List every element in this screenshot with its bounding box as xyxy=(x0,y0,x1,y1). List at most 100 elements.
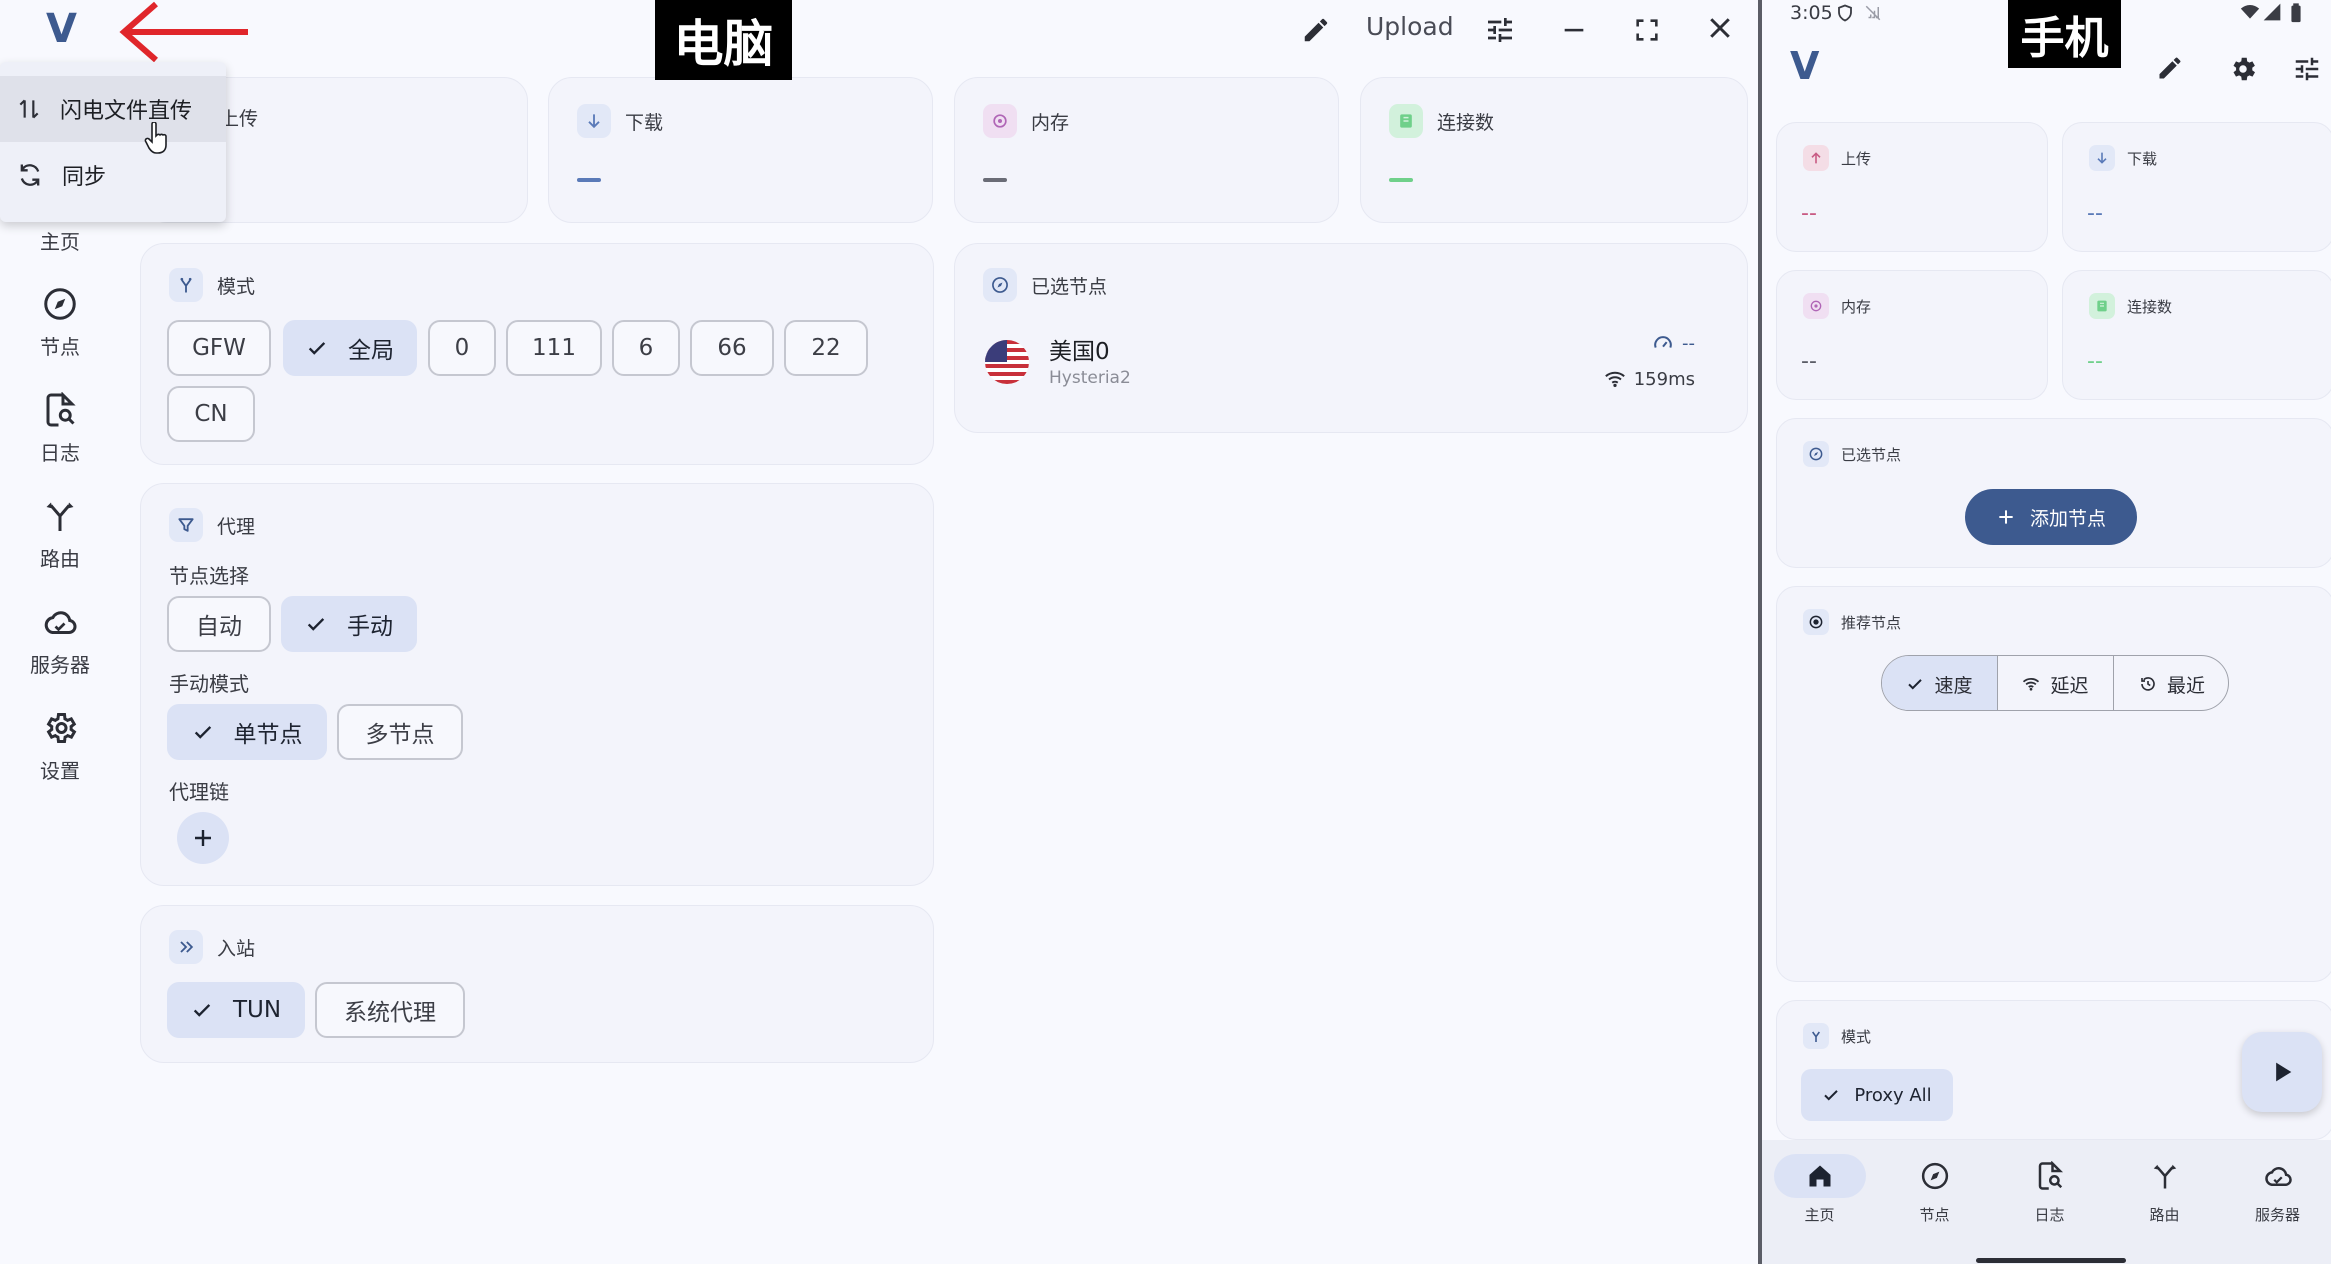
mode-chip-global[interactable]: 全局 xyxy=(283,320,417,376)
node-select-manual[interactable]: 手动 xyxy=(281,596,417,652)
double-chevron-icon xyxy=(169,930,203,964)
bottom-nav-logs[interactable]: 日志 xyxy=(1992,1140,2107,1250)
menu-item-sync[interactable]: 同步 xyxy=(0,142,226,208)
overlay-label-desktop: 电脑 xyxy=(655,0,792,80)
phone-selected-node-card: 已选节点 添加节点 xyxy=(1776,418,2331,568)
route-fork-icon xyxy=(2150,1161,2180,1191)
download-arrow-icon xyxy=(2089,145,2115,171)
phone-mode-title: 模式 xyxy=(1841,1027,1872,1046)
selected-node-card: 已选节点 美国0 Hysteria2 -- 159ms xyxy=(954,243,1748,433)
connections-icon xyxy=(1389,104,1423,138)
check-icon xyxy=(1906,675,1924,693)
connections-icon xyxy=(2089,293,2115,319)
node-select-auto[interactable]: 自动 xyxy=(167,596,271,652)
phone-memory-value: -- xyxy=(1801,349,1817,374)
hand-cursor xyxy=(144,121,170,160)
menu-item-sync-label: 同步 xyxy=(62,165,107,190)
mode-chip-111[interactable]: 111 xyxy=(506,320,602,376)
mode-chip-gfw[interactable]: GFW xyxy=(167,320,271,376)
nav-servers[interactable]: 服务器 xyxy=(0,600,120,678)
bottom-nav-nodes[interactable]: 节点 xyxy=(1877,1140,1992,1250)
phone-stat-download: 下载 -- xyxy=(2062,122,2331,252)
phone-screen: 3:05 手机 V 上传 -- 下载 -- 内存 -- 连接数 -- 已选节点 … xyxy=(1758,0,2331,1264)
log-search-icon xyxy=(0,388,120,432)
desktop-window: V Upload 电脑 主页 节点 日志 路由 服务器 设置 闪电文件直传 同步… xyxy=(0,0,1758,1264)
menu-item-flash-transfer-label: 闪电文件直传 xyxy=(60,99,193,124)
add-chain-button[interactable] xyxy=(177,812,229,864)
nav-nodes-label: 节点 xyxy=(40,335,80,359)
mode-chip-cn[interactable]: CN xyxy=(167,386,255,442)
mode-chip-22[interactable]: 22 xyxy=(784,320,868,376)
edit-icon[interactable] xyxy=(1296,10,1336,50)
wifi-icon xyxy=(1604,368,1626,390)
upload-button[interactable]: Upload xyxy=(1366,12,1454,41)
nav-settings-label: 设置 xyxy=(40,759,80,783)
maximize-icon[interactable] xyxy=(1627,10,1667,50)
bottom-nav-routes[interactable]: 路由 xyxy=(2107,1140,2222,1250)
download-arrow-icon xyxy=(577,104,611,138)
mode-chip-0[interactable]: 0 xyxy=(428,320,496,376)
download-value-placeholder xyxy=(577,178,601,182)
tune-icon[interactable] xyxy=(1480,10,1520,50)
node-name: 美国0 xyxy=(1049,339,1110,365)
manual-mode-single[interactable]: 单节点 xyxy=(167,704,327,760)
signal-icon xyxy=(2262,2,2282,22)
phone-recommended-title: 推荐节点 xyxy=(1841,613,1902,632)
edit-icon[interactable] xyxy=(2156,54,2184,82)
inbound-system-proxy[interactable]: 系统代理 xyxy=(315,982,465,1038)
nav-settings[interactable]: 设置 xyxy=(0,706,120,784)
shield-icon xyxy=(1836,4,1854,22)
mode-card: 模式 GFW 全局 0 111 6 66 22 CN xyxy=(140,243,934,465)
stat-card-connections: 连接数 xyxy=(1360,77,1748,223)
speedometer-icon xyxy=(1652,332,1674,354)
segment-recent[interactable]: 最近 xyxy=(2114,656,2228,710)
phone-download-label: 下载 xyxy=(2127,149,2158,168)
phone-app-logo[interactable]: V xyxy=(1790,44,1819,88)
selected-node-row[interactable]: 美国0 Hysteria2 -- 159ms xyxy=(985,332,1725,402)
phone-stat-connections: 连接数 -- xyxy=(2062,270,2331,400)
bottom-nav-servers[interactable]: 服务器 xyxy=(2220,1140,2331,1250)
minimize-icon[interactable] xyxy=(1554,10,1594,50)
nav-home[interactable]: 主页 xyxy=(0,226,120,255)
play-fab[interactable] xyxy=(2242,1032,2322,1112)
nav-routes-label: 路由 xyxy=(40,547,80,571)
menu-item-flash-transfer[interactable]: 闪电文件直传 xyxy=(0,76,226,142)
compass-icon xyxy=(1803,441,1829,467)
manual-mode-multi[interactable]: 多节点 xyxy=(337,704,463,760)
inbound-tun[interactable]: TUN xyxy=(167,982,305,1038)
nav-home-label: 主页 xyxy=(40,230,80,254)
stat-download-label: 下载 xyxy=(625,111,664,134)
phone-upload-value: -- xyxy=(1801,201,1817,226)
node-select-label: 节点选择 xyxy=(169,564,249,588)
history-icon xyxy=(2139,675,2157,693)
mode-chip-66[interactable]: 66 xyxy=(690,320,774,376)
proxy-chain-label: 代理链 xyxy=(169,780,229,804)
selected-node-title: 已选节点 xyxy=(1031,275,1108,298)
cloud-icon xyxy=(2262,1161,2294,1191)
title-bar: V Upload xyxy=(0,0,1758,80)
nav-nodes[interactable]: 节点 xyxy=(0,282,120,360)
mode-chip-6[interactable]: 6 xyxy=(612,320,680,376)
memory-value-placeholder xyxy=(983,178,1007,182)
bottom-nav-home[interactable]: 主页 xyxy=(1762,1140,1877,1250)
recommended-segmented-control: 速度 延迟 最近 xyxy=(1881,655,2229,711)
sync-icon xyxy=(16,161,44,189)
gear-icon[interactable] xyxy=(2228,54,2258,84)
plus-icon xyxy=(191,826,215,850)
tune-icon[interactable] xyxy=(2292,54,2322,84)
upload-dropdown-menu: 闪电文件直传 同步 xyxy=(0,62,226,222)
red-arrow-annotation xyxy=(112,0,252,68)
radio-target-icon xyxy=(1803,609,1829,635)
cloud-icon xyxy=(0,600,120,644)
nav-logs[interactable]: 日志 xyxy=(0,388,120,466)
swap-vertical-icon xyxy=(16,96,42,122)
stat-connections-label: 连接数 xyxy=(1437,111,1495,134)
segment-speed[interactable]: 速度 xyxy=(1882,656,1998,710)
nav-routes[interactable]: 路由 xyxy=(0,494,120,572)
segment-latency[interactable]: 延迟 xyxy=(1998,656,2114,710)
add-node-button[interactable]: 添加节点 xyxy=(1965,489,2137,545)
add-node-label: 添加节点 xyxy=(2029,507,2106,530)
close-icon[interactable] xyxy=(1700,8,1740,48)
stat-memory-label: 内存 xyxy=(1031,111,1070,134)
proxy-all-chip[interactable]: Proxy All xyxy=(1801,1069,1953,1121)
